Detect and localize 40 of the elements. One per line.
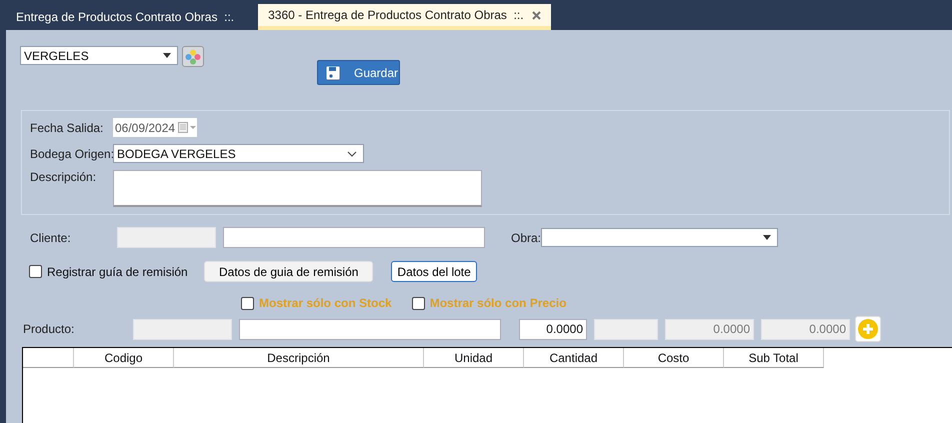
color-picker-button[interactable] <box>182 46 204 67</box>
field-label: Descripción: <box>30 170 98 184</box>
form-button[interactable]: Datos del lote <box>391 261 477 282</box>
unit-field[interactable] <box>594 318 658 340</box>
column-header: Unidad <box>424 348 524 368</box>
column-header: Sub Total <box>724 348 824 368</box>
client-code-field[interactable] <box>117 227 216 248</box>
cost-field[interactable]: 0.0000 <box>665 318 754 340</box>
checkbox-box[interactable] <box>412 296 425 310</box>
add-button[interactable] <box>855 316 881 342</box>
checkbox-label[interactable]: Registrar guía de remisión <box>47 264 188 278</box>
column-header: Descripción <box>174 348 424 368</box>
project-select[interactable] <box>541 228 778 247</box>
checkbox-box[interactable] <box>29 265 42 278</box>
form-button[interactable]: Datos de guia de remisión <box>204 261 374 282</box>
company-select[interactable]: VERGELES <box>20 46 178 65</box>
save-button[interactable]: Guardar <box>317 60 400 85</box>
caret-icon <box>763 235 771 240</box>
product-code-field[interactable] <box>133 318 232 340</box>
tab[interactable]: 3360 - Entrega de Productos Contrato Obras ::. <box>258 4 551 30</box>
field-label: Producto: <box>23 322 76 336</box>
field-label: Cliente: <box>30 230 72 244</box>
field-label: Fecha Salida: <box>30 120 104 134</box>
chevron-down-icon <box>347 150 357 156</box>
product-name-field[interactable] <box>239 318 501 340</box>
column-header <box>23 348 74 368</box>
description-field[interactable] <box>113 170 482 207</box>
column-header: Costo <box>624 348 724 368</box>
close-icon[interactable] <box>532 10 541 20</box>
field-label: Bodega Origen: <box>30 146 113 160</box>
column-header: Codigo <box>74 348 174 368</box>
quantity-field[interactable]: 0.0000 <box>519 318 587 340</box>
client-name-field[interactable] <box>223 227 485 248</box>
checkbox-box[interactable] <box>241 296 254 310</box>
caret-icon <box>163 53 171 58</box>
warehouse-select[interactable]: BODEGA VERGELES <box>113 144 364 163</box>
field-label: Obra: <box>511 230 541 244</box>
subtotal-field[interactable]: 0.0000 <box>761 318 850 340</box>
tab[interactable]: Entrega de Productos Contrato Obras ::. <box>6 4 244 30</box>
column-header: Cantidad <box>524 348 624 368</box>
